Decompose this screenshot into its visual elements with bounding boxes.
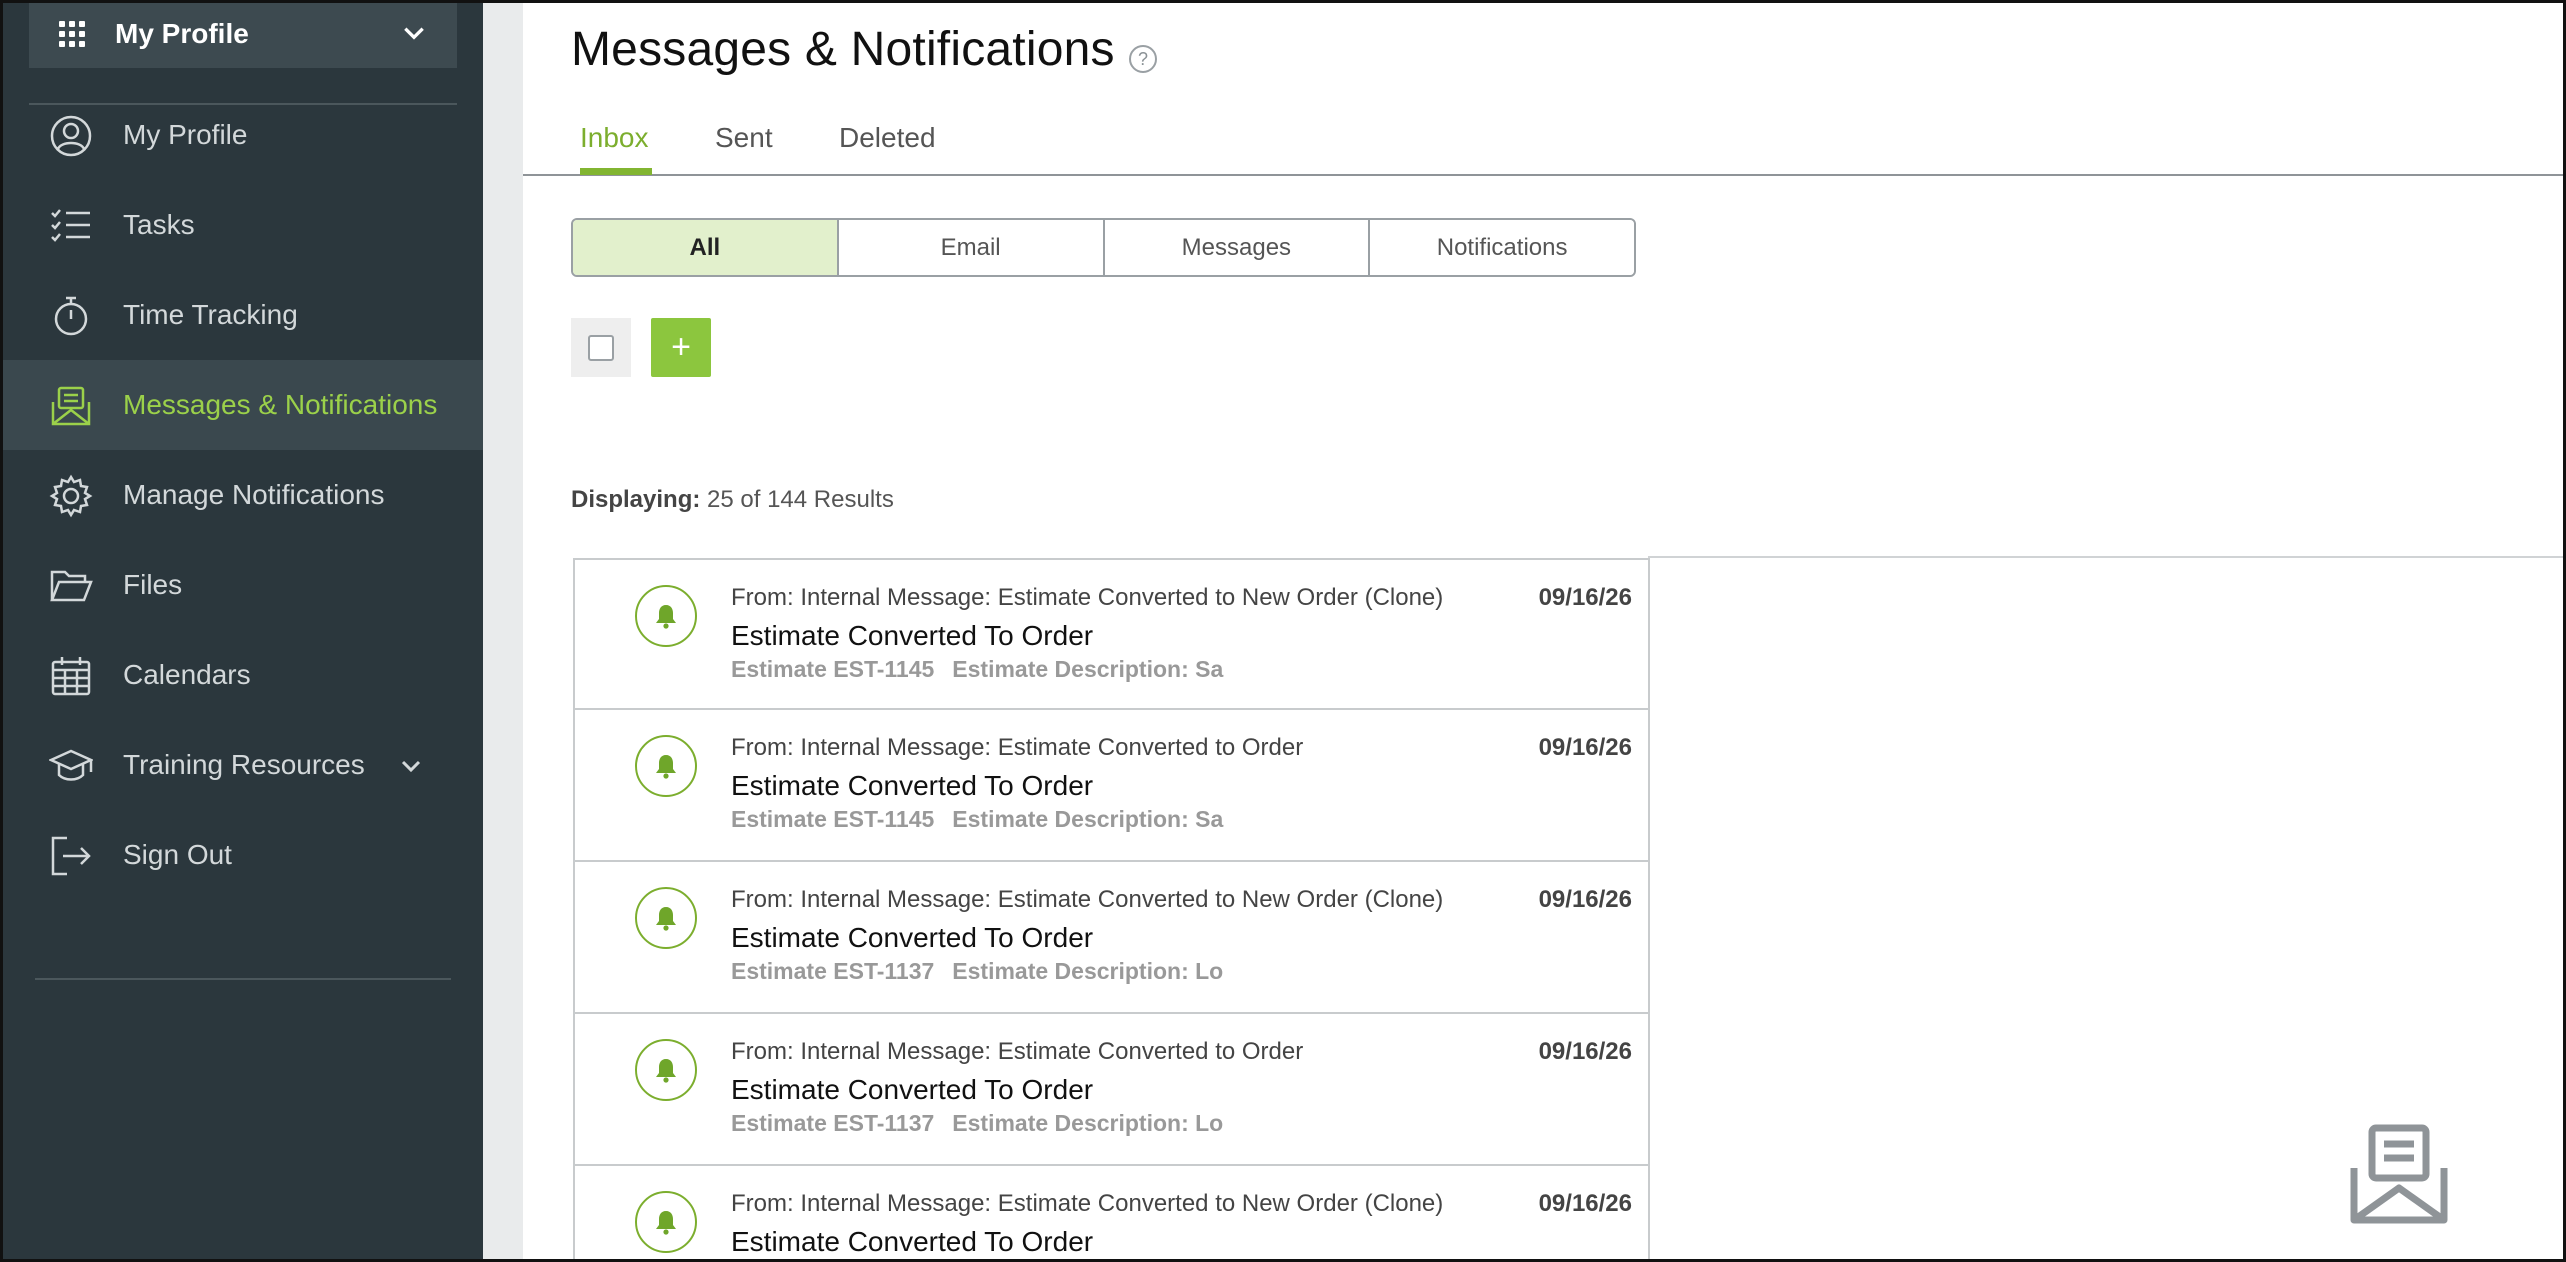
sidebar-item-sign-out[interactable]: Sign Out (0, 810, 483, 900)
message-from: From: Internal Message: Estimate Convert… (731, 886, 1444, 913)
filter-all[interactable]: All (573, 220, 839, 275)
message-estimate: Estimate EST-1137 (731, 1110, 935, 1136)
main-content: Messages & Notifications ? Inbox Sent De… (523, 0, 2566, 1262)
message-from: From: Internal Message: Estimate Convert… (731, 1190, 1444, 1217)
sidebar-item-label: Messages & Notifications (123, 389, 438, 420)
message-estimate: Estimate EST-1145 (731, 806, 935, 832)
sidebar-item-label: Files (123, 569, 183, 600)
sidebar-item-calendars[interactable]: Calendars (0, 630, 483, 720)
tab-sent[interactable]: Sent (715, 122, 773, 154)
message-meta: Estimate EST-1137 Estimate Description: L… (731, 1110, 1223, 1137)
filter-email[interactable]: Email (838, 220, 1105, 275)
chevron-down-icon[interactable] (399, 754, 423, 778)
gear-icon (49, 474, 93, 518)
sidebar-item-label: Calendars (123, 659, 251, 690)
message-list: From: Internal Message: Estimate Convert… (573, 558, 1650, 1262)
message-list-item[interactable]: From: Internal Message: Estimate Convert… (573, 1166, 1650, 1262)
message-description: Estimate Description: Lo (952, 1110, 1224, 1136)
sidebar-item-files[interactable]: Files (0, 540, 483, 630)
sidebar-item-label: Time Tracking (123, 299, 298, 330)
sidebar-item-tasks[interactable]: Tasks (0, 180, 483, 270)
sidebar-item-label: Tasks (123, 209, 195, 240)
sidebar-divider (35, 978, 451, 980)
filter-messages[interactable]: Messages (1104, 220, 1371, 275)
sidebar-item-manage-notifications[interactable]: Manage Notifications (0, 450, 483, 540)
sidebar-item-label: Training Resources (123, 749, 365, 780)
results-count-value: 25 of 144 Results (707, 486, 894, 513)
envelope-open-icon (2350, 1124, 2448, 1224)
message-meta: Estimate EST-1145 Estimate Description: S… (731, 806, 1223, 833)
message-description: Estimate Description: Lo (952, 958, 1224, 984)
message-description: Estimate Description: Sa (952, 656, 1224, 682)
app-grid-icon (59, 21, 85, 47)
message-date: 09/16/26 (1538, 886, 1632, 913)
bell-icon (635, 1039, 697, 1101)
sidebar-item-messages-notifications[interactable]: Messages & Notifications (0, 360, 483, 450)
bell-icon (635, 887, 697, 949)
message-estimate: Estimate EST-1145 (731, 656, 935, 682)
sidebar-item-my-profile[interactable]: My Profile (0, 90, 483, 180)
message-subject: Estimate Converted To Order (731, 1074, 1094, 1105)
message-meta: Estimate EST-1137 Estimate Description: L… (731, 958, 1223, 985)
bell-icon (635, 585, 697, 647)
graduation-cap-icon (49, 749, 93, 781)
help-icon[interactable]: ? (1129, 45, 1157, 73)
results-count-label: Displaying: (571, 486, 701, 513)
folder-open-icon (50, 570, 93, 602)
detail-pane-divider (1648, 556, 2566, 558)
sidebar-item-time-tracking[interactable]: Time Tracking (0, 270, 483, 360)
sidebar: My Profile My Profile Tasks Time Trackin… (0, 0, 483, 1262)
sidebar-item-label: Manage Notifications (123, 479, 385, 510)
message-list-item[interactable]: From: Internal Message: Estimate Convert… (573, 1014, 1650, 1166)
message-list-item[interactable]: From: Internal Message: Estimate Convert… (573, 710, 1650, 862)
user-circle-icon (50, 115, 92, 157)
page-title: Messages & Notifications (571, 23, 1115, 76)
message-date: 09/16/26 (1538, 1190, 1632, 1217)
sidebar-item-label: Sign Out (123, 839, 232, 870)
message-date: 09/16/26 (1538, 1038, 1632, 1065)
content-gutter (483, 0, 523, 1262)
message-subject: Estimate Converted To Order (731, 620, 1094, 651)
select-all-checkbox[interactable] (571, 318, 631, 377)
calendar-icon (51, 657, 91, 696)
message-list-item[interactable]: From: Internal Message: Estimate Convert… (573, 558, 1650, 710)
sign-out-icon (51, 836, 91, 876)
tab-inbox[interactable]: Inbox (580, 122, 649, 154)
stopwatch-icon (54, 296, 88, 336)
envelope-open-icon (51, 386, 91, 426)
message-subject: Estimate Converted To Order (731, 1226, 1094, 1257)
add-message-button[interactable]: + (651, 318, 711, 377)
checklist-icon (51, 209, 90, 242)
message-type-filter: All Email Messages Notifications (571, 218, 1636, 277)
profile-switcher[interactable]: My Profile (29, 0, 457, 68)
message-from: From: Internal Message: Estimate Convert… (731, 584, 1444, 611)
sidebar-item-label: My Profile (123, 119, 248, 150)
message-from: From: Internal Message: Estimate Convert… (731, 734, 1304, 761)
sidebar-nav: My Profile Tasks Time Tracking Messages … (0, 90, 483, 900)
profile-switcher-label: My Profile (115, 18, 249, 49)
tab-bar: Inbox Sent Deleted (523, 110, 2566, 176)
message-meta: Estimate EST-1145 Estimate Description: S… (731, 656, 1223, 683)
message-subject: Estimate Converted To Order (731, 922, 1094, 953)
active-tab-indicator (580, 168, 652, 175)
message-description: Estimate Description: Sa (952, 806, 1224, 832)
message-subject: Estimate Converted To Order (731, 770, 1094, 801)
bell-icon (635, 1191, 697, 1253)
bell-icon (635, 735, 697, 797)
sidebar-item-training-resources[interactable]: Training Resources (0, 720, 483, 810)
message-estimate: Estimate EST-1137 (731, 958, 935, 984)
results-count: Displaying: 25 of 144 Results (571, 486, 894, 514)
message-from: From: Internal Message: Estimate Convert… (731, 1038, 1304, 1065)
message-date: 09/16/26 (1538, 584, 1632, 611)
chevron-down-icon (404, 27, 424, 40)
message-date: 09/16/26 (1538, 734, 1632, 761)
filter-notifications[interactable]: Notifications (1370, 220, 1634, 275)
tab-deleted[interactable]: Deleted (839, 122, 936, 154)
message-list-item[interactable]: From: Internal Message: Estimate Convert… (573, 862, 1650, 1014)
